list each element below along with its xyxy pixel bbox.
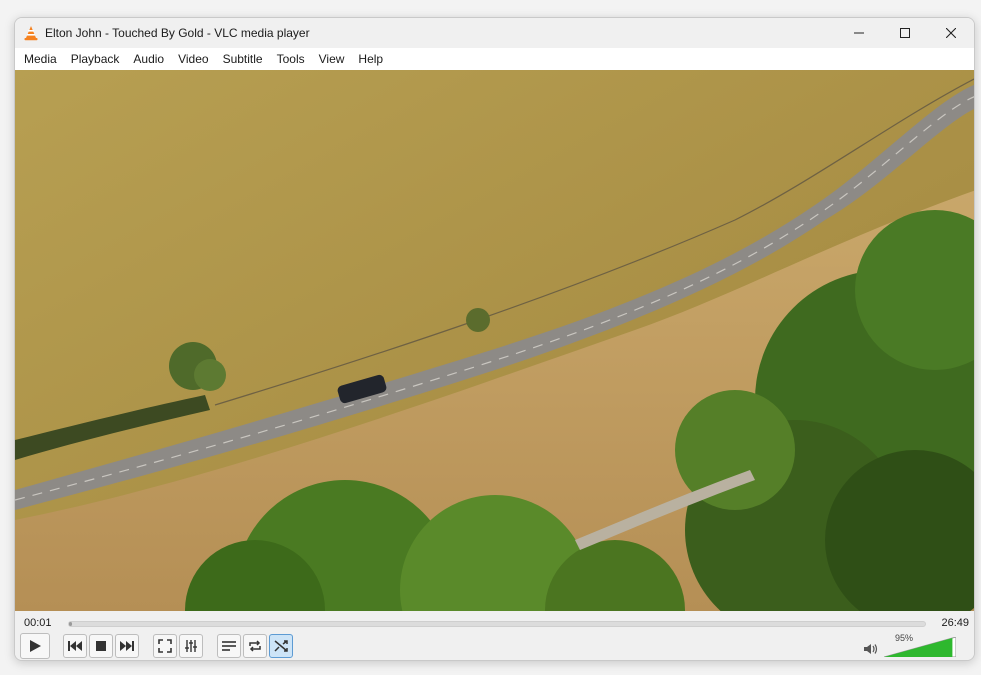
vlc-cone-icon [24, 26, 38, 41]
skip-forward-icon [120, 641, 134, 651]
stop-icon [96, 641, 106, 651]
menu-help[interactable]: Help [351, 48, 390, 70]
menu-tools[interactable]: Tools [270, 48, 312, 70]
menu-video[interactable]: Video [171, 48, 215, 70]
skip-back-icon [68, 641, 82, 651]
menu-playback[interactable]: Playback [64, 48, 127, 70]
loop-icon [249, 640, 261, 652]
menu-subtitle[interactable]: Subtitle [216, 48, 270, 70]
elapsed-time: 00:01 [24, 617, 52, 629]
seek-progress [69, 622, 73, 626]
video-frame [15, 70, 974, 611]
maximize-icon [900, 28, 910, 38]
playlist-icon [222, 641, 236, 651]
close-button[interactable] [928, 18, 974, 48]
window-title: Elton John - Touched By Gold - VLC media… [45, 26, 310, 40]
shuffle-button[interactable] [269, 634, 293, 658]
loop-button[interactable] [243, 634, 267, 658]
stop-button[interactable] [89, 634, 113, 658]
video-surface[interactable] [15, 70, 974, 611]
menu-audio[interactable]: Audio [126, 48, 171, 70]
menu-media[interactable]: Media [17, 48, 64, 70]
minimize-icon [854, 32, 864, 34]
next-button[interactable] [115, 634, 139, 658]
extended-settings-button[interactable] [179, 634, 203, 658]
close-icon [946, 28, 956, 38]
control-bar: 00:01 26:49 95% [15, 611, 974, 660]
title-bar[interactable]: Elton John - Touched By Gold - VLC media… [15, 18, 974, 48]
total-time: 26:49 [941, 617, 969, 629]
fullscreen-icon [158, 639, 172, 653]
shuffle-icon [274, 640, 288, 652]
menu-bar: Media Playback Audio Video Subtitle Tool… [15, 48, 974, 70]
play-button[interactable] [20, 633, 50, 659]
maximize-button[interactable] [882, 18, 928, 48]
speaker-icon[interactable] [864, 643, 878, 655]
fullscreen-button[interactable] [153, 634, 177, 658]
play-icon [30, 640, 41, 652]
seek-bar[interactable] [68, 621, 926, 627]
previous-button[interactable] [63, 634, 87, 658]
minimize-button[interactable] [836, 18, 882, 48]
menu-view[interactable]: View [312, 48, 352, 70]
vlc-window: Elton John - Touched By Gold - VLC media… [14, 17, 975, 661]
equalizer-icon [185, 640, 197, 652]
volume-slider[interactable] [884, 637, 956, 657]
playlist-button[interactable] [217, 634, 241, 658]
